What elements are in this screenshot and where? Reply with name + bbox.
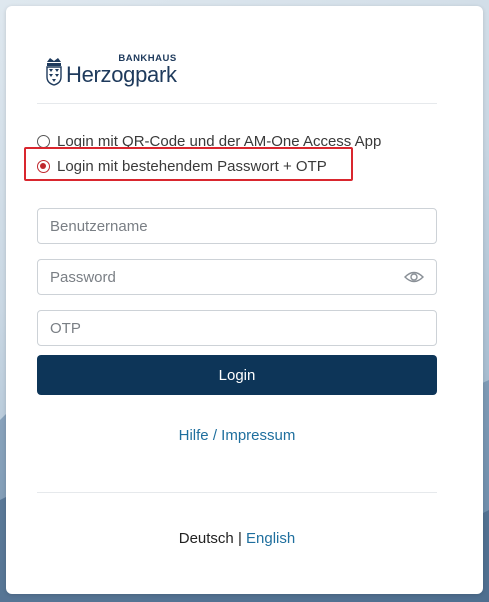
- login-option-password-otp-label: Login mit bestehendem Passwort + OTP: [57, 157, 327, 175]
- password-input[interactable]: [50, 268, 404, 286]
- top-divider: [37, 103, 437, 104]
- password-field-container: [37, 259, 437, 295]
- username-input[interactable]: [50, 217, 424, 235]
- login-button[interactable]: Login: [37, 355, 437, 395]
- bottom-divider: [37, 492, 437, 493]
- login-card: [6, 6, 483, 594]
- otp-field-container: [37, 310, 437, 346]
- logo-big-text: Herzogpark: [66, 62, 177, 87]
- language-separator: |: [237, 530, 242, 547]
- otp-input[interactable]: [50, 319, 424, 337]
- language-english-link[interactable]: English: [246, 530, 295, 547]
- radio-password-otp[interactable]: [37, 159, 50, 173]
- bavarian-crest-icon: [46, 58, 62, 86]
- radio-qr-code[interactable]: [37, 134, 50, 148]
- bank-logo: BANKHAUS Herzogpark: [44, 50, 177, 86]
- language-current: Deutsch: [178, 530, 234, 547]
- login-option-password-otp[interactable]: Login mit bestehendem Passwort + OTP: [37, 155, 327, 177]
- language-switcher: Deutsch | English: [37, 530, 437, 547]
- help-imprint-link[interactable]: Hilfe / Impressum: [37, 427, 437, 444]
- eye-icon[interactable]: [404, 270, 424, 284]
- username-field-container: [37, 208, 437, 244]
